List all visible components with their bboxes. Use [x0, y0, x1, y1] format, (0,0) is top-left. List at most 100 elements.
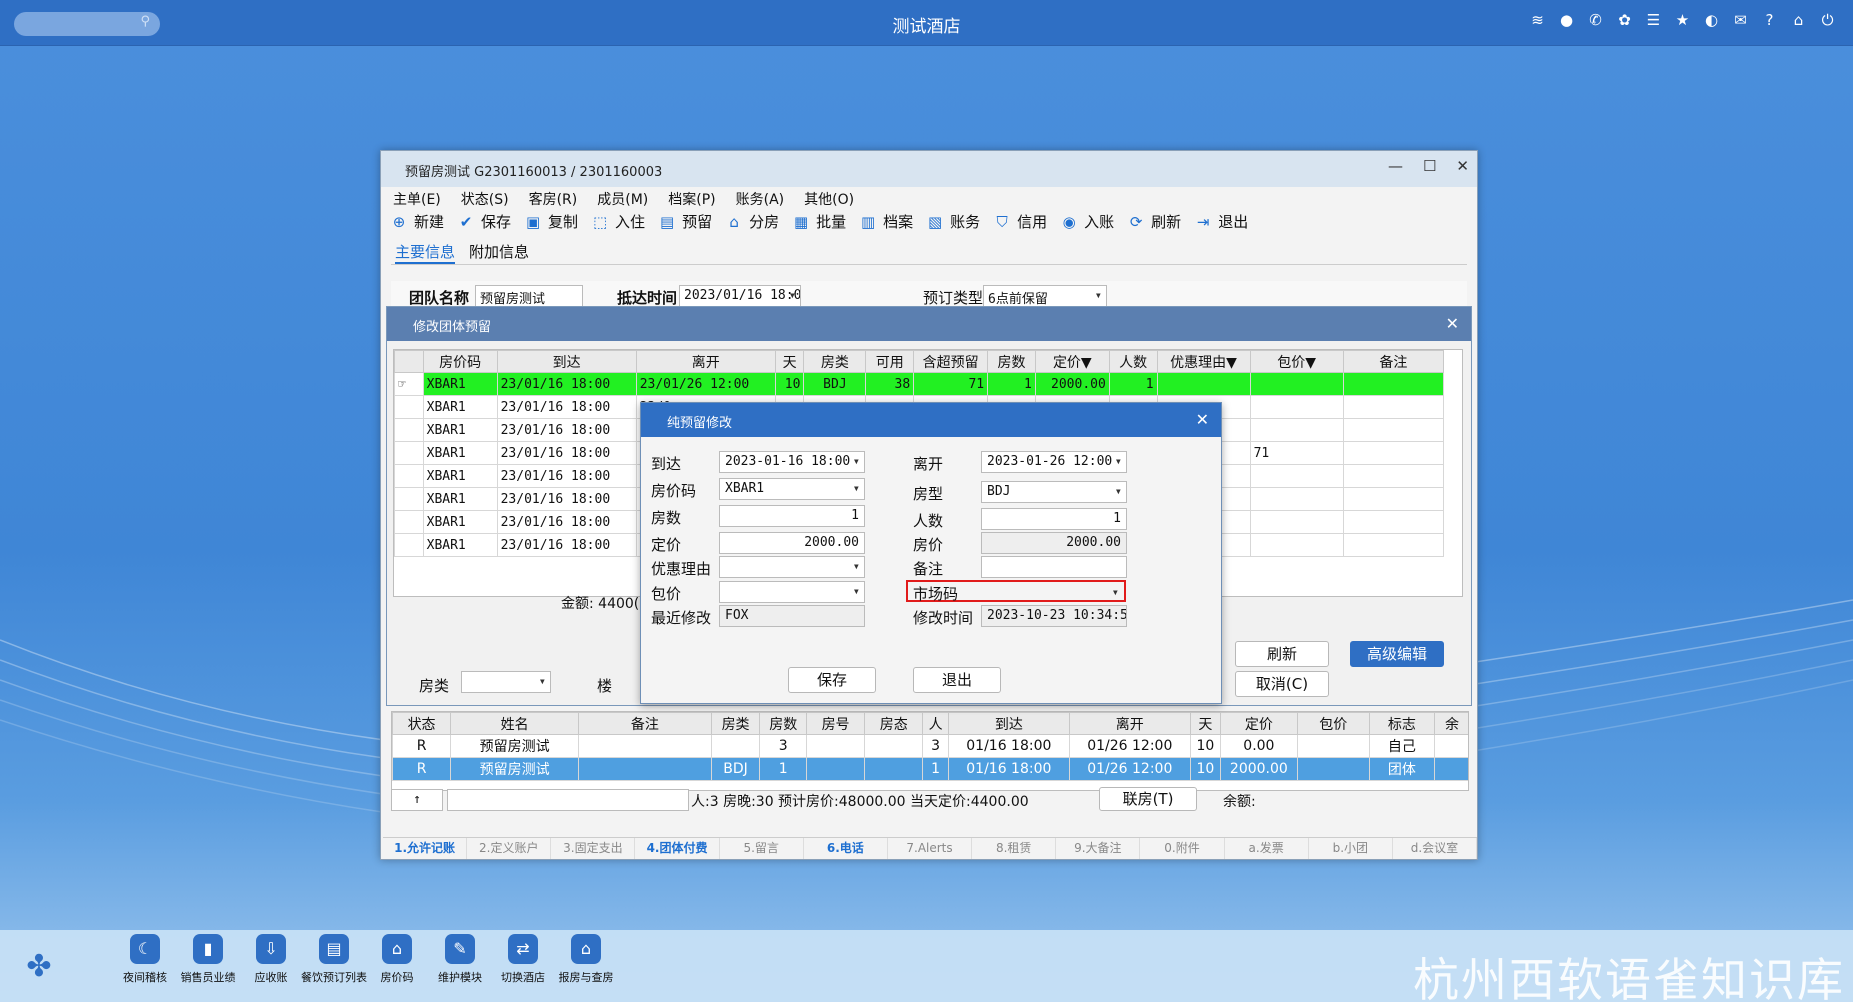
discount-field[interactable] — [719, 556, 865, 578]
table-cell[interactable]: 10 — [1189, 734, 1222, 758]
refresh-button[interactable]: 刷新 — [1235, 641, 1329, 667]
table-cell[interactable] — [1249, 510, 1344, 534]
column-header[interactable]: 房类 — [803, 350, 867, 373]
table-cell[interactable]: R — [392, 757, 452, 781]
table-cell[interactable]: 23/01/16 18:00 — [496, 418, 637, 442]
table-cell[interactable]: 71 — [1249, 441, 1344, 465]
dock-item[interactable]: ⌂ 房价码 — [364, 934, 430, 985]
minimize-icon[interactable]: — — [1388, 157, 1403, 175]
table-cell[interactable]: XBAR1 — [422, 418, 498, 442]
mail-icon[interactable]: ✉ — [1731, 11, 1750, 30]
footer-tab[interactable]: 2.定义账户 — [467, 838, 552, 859]
column-header[interactable]: 标志 — [1368, 712, 1435, 735]
remark-field[interactable] — [981, 556, 1127, 578]
contrast-icon[interactable]: ◐ — [1702, 11, 1721, 30]
price-field[interactable]: 2000.00 — [719, 532, 865, 554]
column-header[interactable]: 房数 — [759, 712, 807, 735]
close-icon[interactable]: ✕ — [1446, 314, 1459, 333]
footer-tab[interactable]: 5.留言 — [720, 838, 804, 859]
table-cell[interactable]: 10 — [1189, 757, 1222, 781]
column-header[interactable]: 包价▼ — [1249, 350, 1344, 373]
column-header[interactable]: 房态 — [864, 712, 924, 735]
column-header[interactable]: 房号 — [805, 712, 866, 735]
table-cell[interactable]: 71 — [913, 372, 989, 396]
table-cell[interactable] — [1342, 441, 1445, 465]
table-cell[interactable] — [1433, 757, 1468, 781]
column-header[interactable]: 到达 — [947, 712, 1070, 735]
table-cell[interactable]: 0.00 — [1220, 734, 1298, 758]
table-cell[interactable] — [1342, 395, 1445, 419]
table-cell[interactable] — [578, 734, 712, 758]
dock-item[interactable]: ▮ 销售员业绩 — [175, 934, 241, 985]
table-cell[interactable] — [1249, 372, 1344, 396]
arrive-field[interactable]: 2023-01-16 18:00 — [719, 451, 865, 473]
palette-icon[interactable]: ✿ — [1615, 11, 1634, 30]
toolbar-button[interactable]: ⬚ 入住 — [592, 211, 645, 232]
column-header[interactable]: 备注 — [578, 712, 712, 735]
save-button[interactable]: 保存 — [788, 667, 876, 693]
table-cell[interactable] — [864, 734, 924, 758]
table-cell[interactable]: 23/01/26 12:00 — [635, 372, 776, 396]
table-cell[interactable] — [805, 757, 866, 781]
column-header[interactable]: 状态 — [392, 712, 452, 735]
booking-type-field[interactable]: 6点前保留 — [983, 285, 1107, 307]
column-header[interactable]: 优惠理由▼ — [1156, 350, 1251, 373]
dock-item[interactable]: ⌂ 报房与查房 — [553, 934, 619, 985]
table-cell[interactable]: 23/01/16 18:00 — [496, 441, 637, 465]
table-cell[interactable]: 3 — [922, 734, 949, 758]
rate-code-field[interactable]: XBAR1 — [719, 478, 865, 500]
table-cell[interactable] — [1342, 510, 1445, 534]
leave-field[interactable]: 2023-01-26 12:00 — [981, 451, 1127, 473]
table-row[interactable]: R 预留房测试 3 3 01/16 18:00 01/26 12:00 10 0.00 自己 — [392, 734, 1468, 758]
footer-tab[interactable]: 8.租赁 — [972, 838, 1057, 859]
apps-grid-icon[interactable]: ✤ — [20, 948, 58, 986]
cancel-button[interactable]: 取消(C) — [1235, 671, 1329, 697]
toolbar-button[interactable]: ▦ 批量 — [793, 211, 846, 232]
footer-tab[interactable]: 0.附件 — [1140, 838, 1225, 859]
link-room-button[interactable]: 联房(T) — [1099, 787, 1197, 811]
toolbar-button[interactable]: ⇥ 退出 — [1195, 211, 1248, 232]
dock-item[interactable]: ⇄ 切换酒店 — [490, 934, 556, 985]
menu-icon[interactable]: ☰ — [1644, 11, 1663, 30]
toolbar-button[interactable]: ◉ 入账 — [1061, 211, 1115, 232]
column-header[interactable]: 含超预留 — [913, 350, 989, 373]
table-cell[interactable]: 预留房测试 — [450, 757, 580, 781]
tab-extra-info[interactable]: 附加信息 — [469, 241, 529, 264]
column-header[interactable]: 包价 — [1296, 712, 1370, 735]
menu-item[interactable]: 档案(P) — [668, 189, 715, 209]
column-header[interactable]: 房数 — [987, 350, 1036, 373]
arrive-time-field[interactable]: 2023/01/16 18:0( — [679, 285, 801, 307]
column-header[interactable]: 房价码 — [422, 350, 498, 373]
column-header[interactable]: 可用 — [865, 350, 915, 373]
column-header[interactable]: 房类 — [710, 712, 761, 735]
table-cell[interactable]: 01/16 18:00 — [947, 734, 1070, 758]
menu-item[interactable]: 账务(A) — [736, 189, 785, 209]
column-header[interactable]: 到达 — [496, 350, 637, 373]
toolbar-button[interactable]: ⛉ 信用 — [994, 211, 1048, 232]
toolbar-button[interactable]: ⊕ 新建 — [391, 211, 444, 232]
sort-arrow-button[interactable]: ↑ — [391, 789, 443, 811]
close-icon[interactable]: ✕ — [1456, 157, 1469, 175]
table-cell[interactable] — [1249, 418, 1344, 442]
table-cell[interactable] — [1433, 734, 1468, 758]
table-cell[interactable]: 23/01/16 18:00 — [496, 464, 637, 488]
table-cell[interactable] — [1342, 418, 1445, 442]
toolbar-button[interactable]: ⌂ 分房 — [726, 211, 779, 232]
table-cell[interactable] — [710, 734, 761, 758]
table-cell[interactable] — [1342, 372, 1445, 396]
table-cell[interactable]: 自己 — [1368, 734, 1435, 758]
wifi-icon[interactable]: ≋ — [1528, 11, 1547, 30]
column-header[interactable]: 姓名 — [450, 712, 580, 735]
footer-tab[interactable]: d.会议室 — [1393, 838, 1478, 859]
table-cell[interactable] — [1342, 487, 1445, 511]
room-type-select[interactable] — [461, 671, 551, 693]
table-cell[interactable]: XBAR1 — [422, 395, 498, 419]
table-cell[interactable]: 2000.00 — [1220, 757, 1298, 781]
table-cell[interactable]: 23/01/16 18:00 — [496, 487, 637, 511]
column-header[interactable]: 定价▼ — [1034, 350, 1110, 373]
table-cell[interactable]: 预留房测试 — [450, 734, 580, 758]
footer-tab[interactable]: 6.电话 — [804, 838, 888, 859]
table-cell[interactable]: 23/01/16 18:00 — [496, 372, 637, 396]
team-name-field[interactable]: 预留房测试 — [475, 285, 583, 307]
table-row[interactable]: ☞ XBAR1 23/01/16 18:00 23/01/26 12:00 10 BDJ 3… — [394, 372, 1445, 396]
